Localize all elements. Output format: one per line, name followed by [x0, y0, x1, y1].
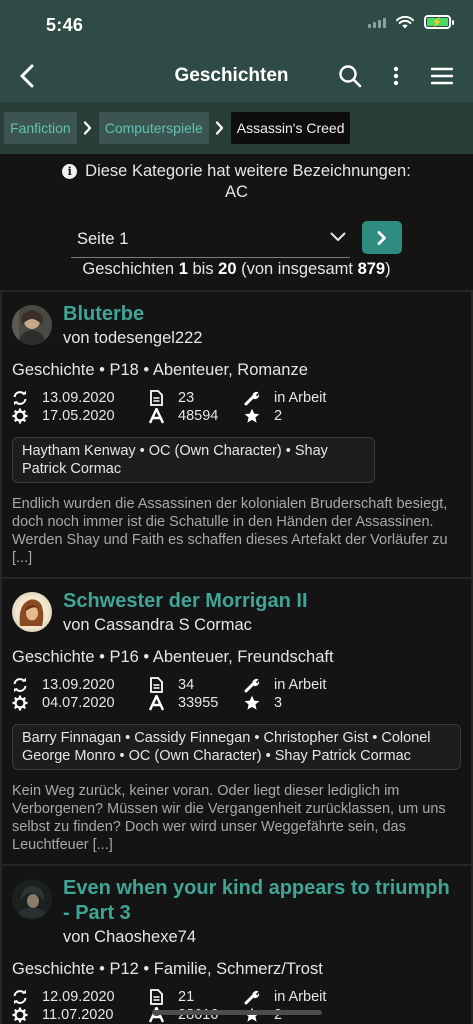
- story-count: Geschichten 1 bis 20 (von insgesamt 879): [82, 260, 391, 278]
- story-chapters: 23: [178, 390, 195, 406]
- wrench-icon: [244, 677, 260, 693]
- gear-icon: [12, 408, 28, 424]
- page-select-value: Seite 1: [77, 230, 129, 248]
- wrench-icon: [244, 989, 260, 1005]
- breadcrumb-fanfiction[interactable]: Fanfiction: [4, 112, 77, 144]
- story-stats: 13.09.2020 34 in Arbeit 04.07.2020 33955…: [12, 676, 461, 712]
- status-bar: 5:46 ⚡: [0, 0, 473, 50]
- story-stats: 12.09.2020 21 in Arbeit 11.07.2020 28616…: [12, 988, 461, 1024]
- font-icon: [148, 695, 164, 711]
- avatar[interactable]: [12, 592, 52, 632]
- gear-icon: [12, 1007, 28, 1023]
- story-author[interactable]: von Cassandra S Cormac: [63, 614, 308, 636]
- story-meta: Geschichte • P16 • Abenteuer, Freundscha…: [12, 648, 334, 666]
- story-meta: Geschichte • P12 • Familie, Schmerz/Tros…: [12, 960, 323, 978]
- breadcrumb-computerspiele[interactable]: Computerspiele: [98, 112, 209, 144]
- search-icon: [339, 65, 362, 88]
- story-list: Bluterbe von todesengel222 Geschichte • …: [0, 290, 473, 1024]
- story-stats: 13.09.2020 23 in Arbeit 17.05.2020 48594…: [12, 389, 461, 425]
- back-button[interactable]: [12, 60, 42, 92]
- story-favs: 2: [274, 408, 283, 424]
- refresh-icon: [12, 390, 28, 406]
- star-icon: [244, 408, 260, 424]
- search-button[interactable]: [337, 62, 363, 90]
- gear-icon: [12, 695, 28, 711]
- story-updated: 13.09.2020: [42, 390, 115, 406]
- signal-icon: [368, 16, 386, 28]
- story-status: in Arbeit: [274, 390, 327, 406]
- story-status: in Arbeit: [274, 989, 327, 1005]
- chevron-right-icon: [377, 230, 386, 245]
- more-button[interactable]: [383, 62, 409, 90]
- menu-button[interactable]: [429, 62, 455, 90]
- page-select[interactable]: Seite 1: [71, 221, 350, 258]
- go-page-button[interactable]: [362, 221, 402, 254]
- info-text: Diese Kategorie hat weitere Bezeichnunge…: [85, 162, 411, 180]
- story-summary: Endlich wurden die Assassinen der koloni…: [12, 496, 448, 566]
- pager: Seite 1: [0, 213, 473, 263]
- avatar[interactable]: [12, 879, 52, 919]
- story-status: in Arbeit: [274, 677, 327, 693]
- story-card[interactable]: Even when your kind appears to triumph -…: [0, 866, 473, 1024]
- status-icons: ⚡: [368, 15, 454, 29]
- avatar[interactable]: [12, 305, 52, 345]
- home-indicator[interactable]: [152, 1010, 322, 1015]
- chevron-left-icon: [20, 64, 34, 88]
- wifi-icon: [396, 15, 414, 28]
- refresh-icon: [12, 989, 28, 1005]
- chevron-down-icon: [330, 232, 346, 241]
- story-title[interactable]: Even when your kind appears to triumph -…: [63, 876, 461, 926]
- document-icon: [148, 677, 164, 693]
- font-icon: [148, 408, 164, 424]
- story-created: 11.07.2020: [42, 1007, 114, 1023]
- status-time: 5:46: [46, 15, 84, 35]
- battery-icon: ⚡: [424, 15, 454, 29]
- story-updated: 13.09.2020: [42, 677, 115, 693]
- info-alias: AC: [225, 183, 248, 201]
- nav-bar: Geschichten: [0, 50, 473, 102]
- document-icon: [148, 390, 164, 406]
- story-created: 17.05.2020: [42, 408, 115, 424]
- character-tags: Barry Finnagan • Cassidy Finnegan • Chri…: [12, 724, 461, 770]
- story-chapters: 21: [178, 989, 195, 1005]
- character-tags: Haytham Kenway • OC (Own Character) • Sh…: [12, 437, 375, 483]
- breadcrumb-current: Assassin's Creed: [230, 112, 351, 144]
- story-chapters: 34: [178, 677, 195, 693]
- story-card[interactable]: Bluterbe von todesengel222 Geschichte • …: [0, 290, 473, 579]
- chevron-right-icon: [81, 121, 95, 135]
- info-icon: i: [62, 164, 78, 179]
- story-words: 48594: [178, 408, 219, 424]
- story-author[interactable]: von todesengel222: [63, 327, 202, 349]
- star-icon: [244, 695, 260, 711]
- story-card[interactable]: Schwester der Morrigan II von Cassandra …: [0, 579, 473, 866]
- story-title[interactable]: Bluterbe: [63, 302, 202, 327]
- refresh-icon: [12, 677, 28, 693]
- document-icon: [148, 989, 164, 1005]
- story-summary: Kein Weg zurück, keiner voran. Oder lieg…: [12, 783, 446, 853]
- chevron-right-icon: [213, 121, 227, 135]
- story-words: 33955: [178, 695, 219, 711]
- more-vertical-icon: [393, 66, 399, 86]
- category-info: i Diese Kategorie hat weitere Bezeichnung…: [0, 154, 473, 203]
- hamburger-icon: [431, 67, 453, 85]
- breadcrumb: Fanfiction Computerspiele Assassin's Cre…: [0, 102, 473, 154]
- story-updated: 12.09.2020: [42, 989, 115, 1005]
- story-created: 04.07.2020: [42, 695, 115, 711]
- story-author[interactable]: von Chaoshexe74: [63, 926, 461, 948]
- story-title[interactable]: Schwester der Morrigan II: [63, 589, 308, 614]
- story-meta: Geschichte • P18 • Abenteuer, Romanze: [12, 361, 308, 379]
- story-favs: 3: [274, 695, 283, 711]
- wrench-icon: [244, 390, 260, 406]
